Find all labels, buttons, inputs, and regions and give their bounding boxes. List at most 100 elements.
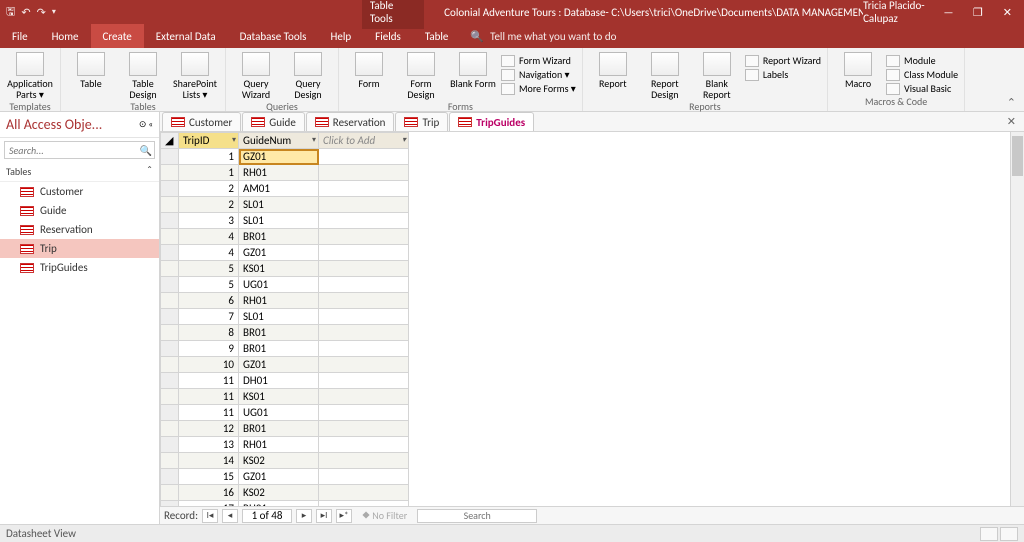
cell-empty[interactable] <box>319 245 409 261</box>
ribbon-sharepoint-lists--button[interactable]: SharePoint Lists ▾ <box>171 52 219 100</box>
row-selector[interactable] <box>161 293 179 309</box>
column-dropdown-icon[interactable]: ▾ <box>232 135 236 145</box>
cell-guidenum[interactable]: GZ01 <box>239 469 319 485</box>
cell-tripid[interactable]: 9 <box>179 341 239 357</box>
nav-search-input[interactable] <box>5 144 138 157</box>
cell-empty[interactable] <box>319 229 409 245</box>
nav-table-trip[interactable]: Trip <box>0 239 159 258</box>
menu-tab-external-data[interactable]: External Data <box>144 24 228 48</box>
datasheet-view-button[interactable] <box>980 527 998 541</box>
cell-guidenum[interactable]: GZ01 <box>239 149 319 165</box>
cell-tripid[interactable]: 6 <box>179 293 239 309</box>
cell-empty[interactable] <box>319 277 409 293</box>
redo-icon[interactable]: ↷ <box>37 6 46 19</box>
cell-guidenum[interactable]: BR01 <box>239 325 319 341</box>
nav-table-reservation[interactable]: Reservation <box>0 220 159 239</box>
nav-section-header[interactable]: Tables ⌃ <box>0 162 159 182</box>
ribbon-report-design-button[interactable]: Report Design <box>641 52 689 100</box>
close-tab-button[interactable]: ✕ <box>999 112 1024 131</box>
next-record-button[interactable]: ▸ <box>296 509 312 523</box>
ribbon-visual-basic-button[interactable]: Visual Basic <box>886 82 958 95</box>
ribbon-class-module-button[interactable]: Class Module <box>886 68 958 81</box>
minimize-button[interactable]: — <box>940 6 957 19</box>
cell-guidenum[interactable]: RH01 <box>239 165 319 181</box>
row-selector[interactable] <box>161 261 179 277</box>
table-row[interactable]: 15GZ01 <box>161 469 409 485</box>
ribbon-query-design-button[interactable]: Query Design <box>284 52 332 100</box>
ribbon-form-wizard-button[interactable]: Form Wizard <box>501 54 576 67</box>
ribbon-query-wizard-button[interactable]: Query Wizard <box>232 52 280 100</box>
cell-guidenum[interactable]: KS02 <box>239 485 319 501</box>
object-tab-customer[interactable]: Customer <box>162 112 241 131</box>
vertical-scrollbar[interactable] <box>1010 132 1024 506</box>
row-selector[interactable] <box>161 501 179 507</box>
cell-tripid[interactable]: 15 <box>179 469 239 485</box>
cell-tripid[interactable]: 13 <box>179 437 239 453</box>
save-icon[interactable]: 🖫 <box>6 3 15 22</box>
search-icon[interactable]: 🔍 <box>138 144 154 157</box>
record-search-input[interactable] <box>417 509 537 523</box>
nav-search[interactable]: 🔍 <box>4 141 155 159</box>
cell-empty[interactable] <box>319 501 409 507</box>
table-row[interactable]: 17RH01 <box>161 501 409 507</box>
prev-record-button[interactable]: ◂ <box>222 509 238 523</box>
cell-tripid[interactable]: 11 <box>179 389 239 405</box>
row-selector[interactable] <box>161 437 179 453</box>
row-selector[interactable] <box>161 373 179 389</box>
menu-tab-create[interactable]: Create <box>91 24 144 48</box>
row-selector[interactable] <box>161 389 179 405</box>
column-dropdown-icon[interactable]: ▾ <box>312 135 316 145</box>
table-row[interactable]: 5UG01 <box>161 277 409 293</box>
table-row[interactable]: 11DH01 <box>161 373 409 389</box>
row-selector[interactable] <box>161 277 179 293</box>
column-dropdown-icon[interactable]: ▾ <box>402 135 406 145</box>
cell-empty[interactable] <box>319 293 409 309</box>
table-row[interactable]: 5KS01 <box>161 261 409 277</box>
cell-empty[interactable] <box>319 149 409 165</box>
nav-title[interactable]: All Access Obje... <box>6 116 102 133</box>
ribbon-application-parts--button[interactable]: Application Parts ▾ <box>6 52 54 100</box>
cell-tripid[interactable]: 14 <box>179 453 239 469</box>
cell-guidenum[interactable]: BR01 <box>239 341 319 357</box>
cell-empty[interactable] <box>319 165 409 181</box>
cell-tripid[interactable]: 4 <box>179 229 239 245</box>
nav-table-guide[interactable]: Guide <box>0 201 159 220</box>
table-row[interactable]: 7SL01 <box>161 309 409 325</box>
row-selector[interactable] <box>161 405 179 421</box>
cell-empty[interactable] <box>319 453 409 469</box>
row-selector[interactable] <box>161 325 179 341</box>
cell-tripid[interactable]: 4 <box>179 245 239 261</box>
row-selector[interactable] <box>161 341 179 357</box>
cell-tripid[interactable]: 2 <box>179 181 239 197</box>
undo-icon[interactable]: ↶ <box>21 6 30 19</box>
ribbon-table-design-button[interactable]: Table Design <box>119 52 167 100</box>
ribbon-form-button[interactable]: Form <box>345 52 393 89</box>
ribbon-table-button[interactable]: Table <box>67 52 115 89</box>
menu-tab-database-tools[interactable]: Database Tools <box>228 24 319 48</box>
cell-empty[interactable] <box>319 437 409 453</box>
cell-guidenum[interactable]: KS01 <box>239 261 319 277</box>
menu-tab-file[interactable]: File <box>0 24 40 48</box>
object-tab-reservation[interactable]: Reservation <box>306 112 395 131</box>
cell-empty[interactable] <box>319 261 409 277</box>
table-row[interactable]: 9BR01 <box>161 341 409 357</box>
cell-empty[interactable] <box>319 197 409 213</box>
table-row[interactable]: 11UG01 <box>161 405 409 421</box>
cell-empty[interactable] <box>319 181 409 197</box>
object-tab-trip[interactable]: Trip <box>395 112 448 131</box>
nav-table-tripguides[interactable]: TripGuides <box>0 258 159 277</box>
new-record-button[interactable]: ▸* <box>336 509 352 523</box>
row-selector[interactable] <box>161 181 179 197</box>
cell-tripid[interactable]: 1 <box>179 149 239 165</box>
cell-guidenum[interactable]: SL01 <box>239 197 319 213</box>
ribbon-report-button[interactable]: Report <box>589 52 637 89</box>
cell-tripid[interactable]: 10 <box>179 357 239 373</box>
object-tab-tripguides[interactable]: TripGuides <box>449 112 534 131</box>
cell-tripid[interactable]: 3 <box>179 213 239 229</box>
cell-guidenum[interactable]: SL01 <box>239 309 319 325</box>
ribbon-navigation--button[interactable]: Navigation ▾ <box>501 68 576 81</box>
row-selector[interactable] <box>161 309 179 325</box>
ribbon-blank-report-button[interactable]: Blank Report <box>693 52 741 100</box>
nav-table-customer[interactable]: Customer <box>0 182 159 201</box>
menu-tab-home[interactable]: Home <box>40 24 91 48</box>
